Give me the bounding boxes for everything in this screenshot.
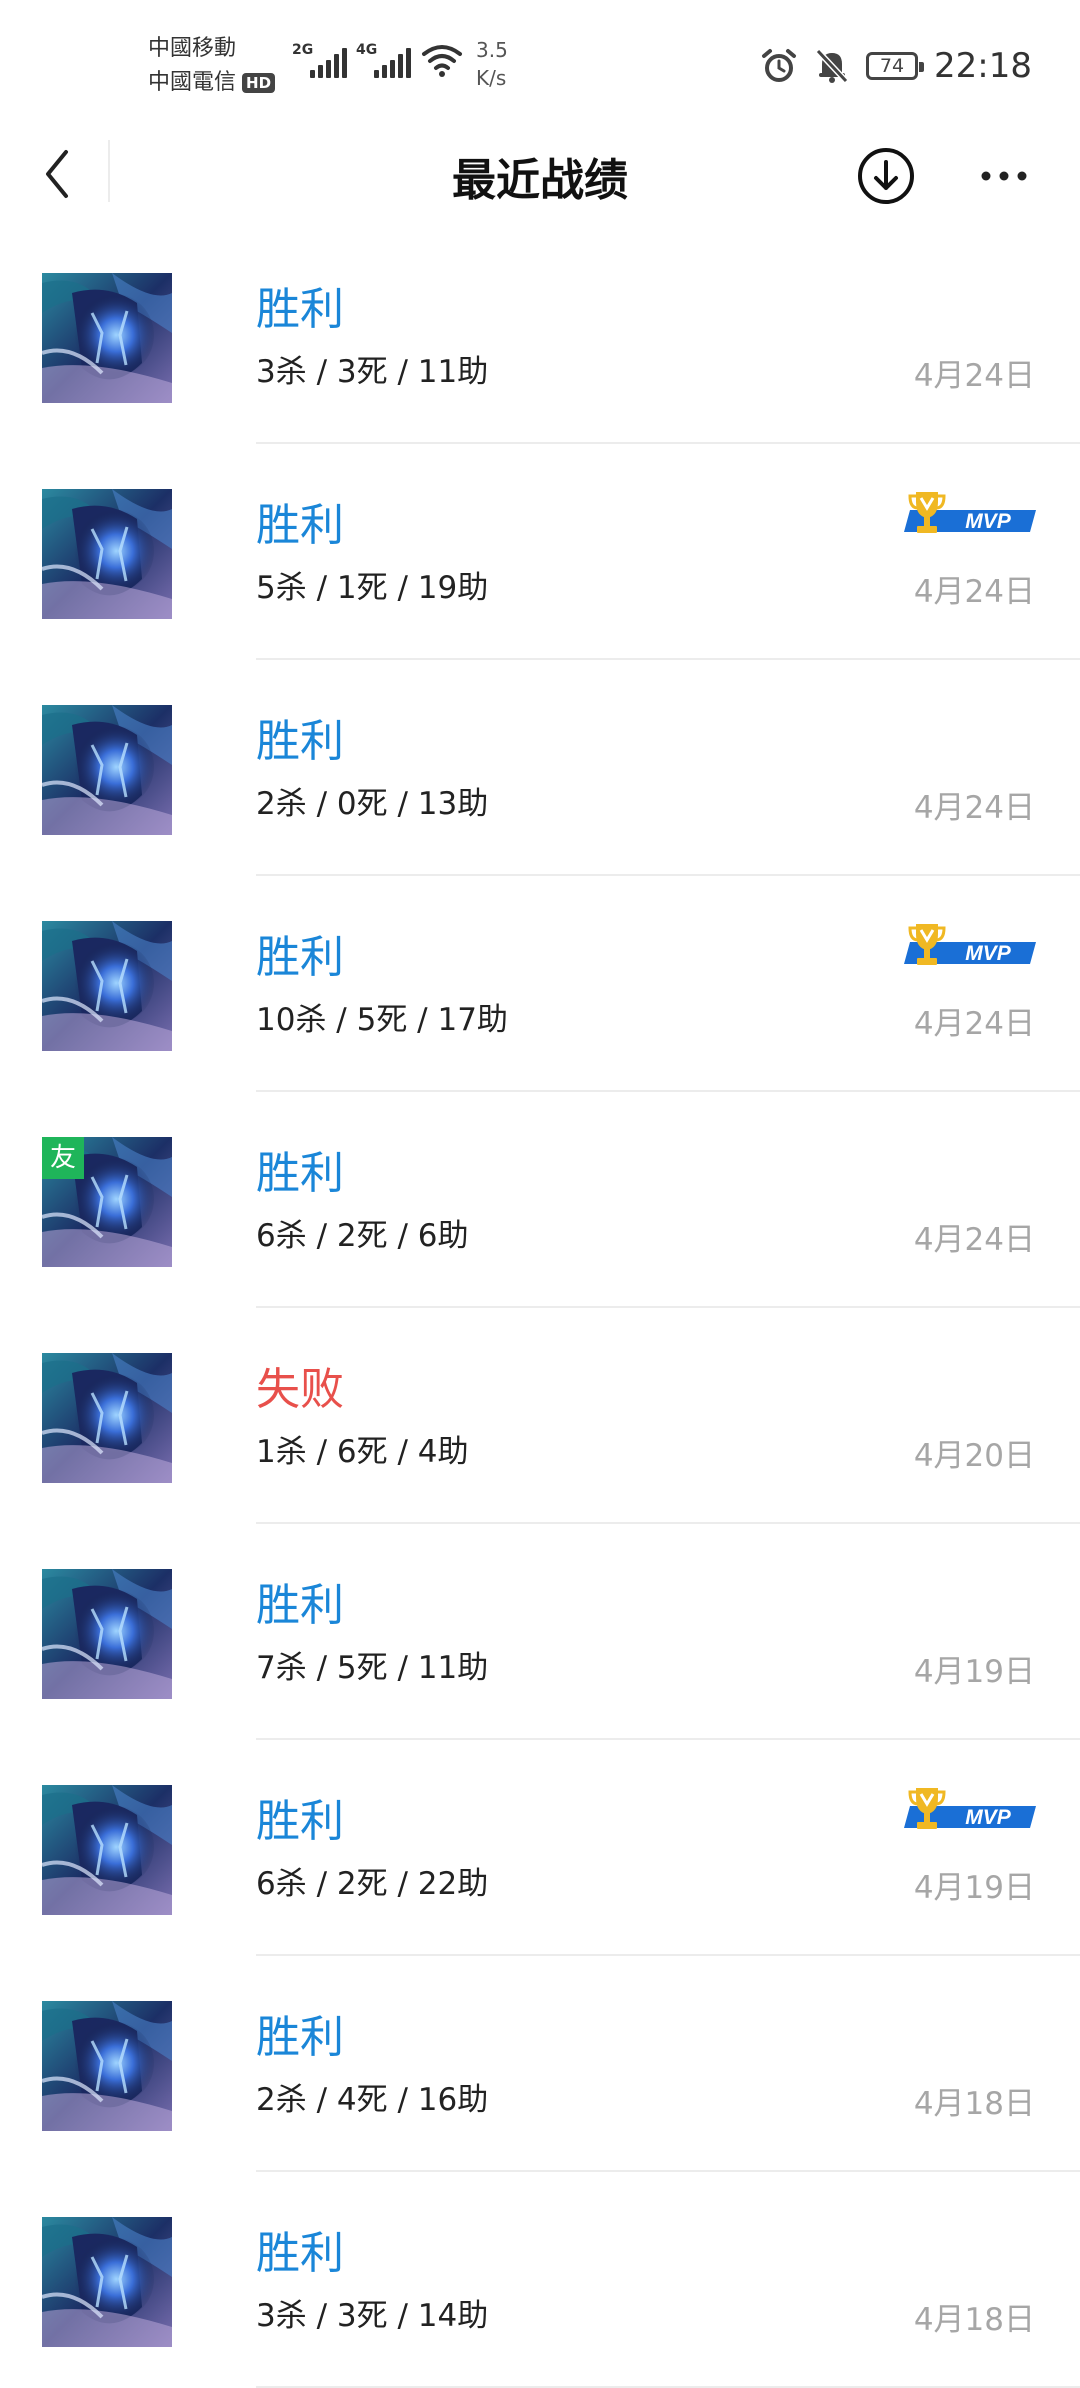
match-kda: 6杀 / 2死 / 22助 [256,1866,489,1902]
match-row[interactable]: 胜利 2杀 / 0死 / 13助 4月24日 [0,660,1080,876]
match-result: 胜利 [256,932,344,983]
hero-avatar [42,921,172,1051]
status-bar: 中國移動 中國電信 HD 2G 4G 3.5 K/s 74 22:18 [0,0,1080,120]
app-header: 最近战绩 [0,120,1080,228]
match-date: 4月20日 [913,1438,1035,1474]
mvp-badge: MVP [904,924,1036,965]
hero-avatar-image [42,1785,172,1915]
match-kda: 10杀 / 5死 / 17助 [256,1002,508,1038]
match-kda: 3杀 / 3死 / 11助 [256,354,489,390]
match-kda: 7杀 / 5死 / 11助 [256,1650,489,1686]
match-date: 4月19日 [913,1870,1035,1906]
match-date: 4月24日 [913,790,1035,826]
match-row[interactable]: 胜利 3杀 / 3死 / 14助 4月18日 [0,2172,1080,2388]
match-row[interactable]: 胜利 3杀 / 3死 / 11助 4月24日 [0,228,1080,444]
match-row[interactable]: 胜利 5杀 / 1死 / 19助 4月24日 MVP [0,444,1080,660]
signal-2g-icon: 2G [292,42,348,84]
match-result: 胜利 [256,500,344,551]
hero-avatar-image [42,489,172,619]
wifi-icon [422,45,462,77]
hero-avatar [42,2217,172,2347]
mvp-label: MVP [965,1806,1012,1829]
hero-avatar-image [42,921,172,1051]
mvp-badge: MVP [904,1788,1036,1829]
match-result: 胜利 [256,2228,344,2279]
signal-4g-icon: 4G [356,42,412,84]
match-kda: 5杀 / 1死 / 19助 [256,570,489,606]
match-result: 胜利 [256,284,344,335]
match-kda: 1杀 / 6死 / 4助 [256,1434,469,1470]
carrier-2: 中國電信 [148,70,237,95]
hero-avatar [42,1569,172,1699]
match-row[interactable]: 友 胜利 6杀 / 2死 / 6助 4月24日 [0,1092,1080,1308]
mute-bell-icon [815,48,849,84]
hero-avatar [42,705,172,835]
alarm-icon [762,49,797,82]
page-title: 最近战绩 [452,155,628,206]
match-row[interactable]: 胜利 2杀 / 4死 / 16助 4月18日 [0,1956,1080,2172]
clock: 22:18 [934,46,1032,86]
match-date: 4月18日 [913,2302,1035,2338]
hero-avatar-image [42,705,172,835]
hero-avatar-image [42,2001,172,2131]
match-result: 胜利 [256,1796,344,1847]
match-date: 4月19日 [913,1654,1035,1690]
hero-avatar-image [42,2217,172,2347]
hero-avatar: 友 [42,1137,172,1267]
match-date: 4月24日 [913,1222,1035,1258]
status-right: 74 22:18 [760,38,1032,94]
network-speed: 3.5 K/s [476,38,508,90]
hero-avatar [42,1785,172,1915]
mvp-badge: MVP [904,492,1036,533]
match-row[interactable]: 胜利 10杀 / 5死 / 17助 4月24日 MVP [0,876,1080,1092]
match-row[interactable]: 胜利 6杀 / 2死 / 22助 4月19日 MVP [0,1740,1080,1956]
carrier-info: 中國移動 中國電信 HD [148,32,276,100]
mvp-label: MVP [965,942,1012,965]
match-kda: 6杀 / 2死 / 6助 [256,1218,469,1254]
match-result: 胜利 [256,1148,344,1199]
hero-avatar-image [42,1353,172,1483]
download-icon[interactable] [854,144,918,208]
mvp-label: MVP [965,510,1012,533]
hero-avatar-image [42,1569,172,1699]
match-result: 失败 [256,1364,344,1415]
match-date: 4月24日 [913,574,1035,610]
hd-badge: HD [242,73,276,93]
hero-avatar [42,489,172,619]
match-result: 胜利 [256,716,344,767]
hero-avatar [42,273,172,403]
match-kda: 2杀 / 0死 / 13助 [256,786,489,822]
match-result: 胜利 [256,2012,344,2063]
match-row[interactable]: 失败 1杀 / 6死 / 4助 4月20日 [0,1308,1080,1524]
match-date: 4月24日 [913,358,1035,394]
hero-avatar [42,2001,172,2131]
match-result: 胜利 [256,1580,344,1631]
match-list: 胜利 3杀 / 3死 / 11助 4月24日 胜利 5杀 / 1死 / 19助 4月24日… [0,228,1080,2388]
match-date: 4月24日 [913,1006,1035,1042]
friend-badge: 友 [42,1137,84,1179]
hero-avatar [42,1353,172,1483]
carrier-1: 中國移動 [148,36,237,61]
battery-icon: 74 [866,52,925,80]
match-date: 4月18日 [913,2086,1035,2122]
hero-avatar-image [42,273,172,403]
match-row[interactable]: 胜利 7杀 / 5死 / 11助 4月19日 [0,1524,1080,1740]
more-icon[interactable] [972,144,1036,208]
match-kda: 2杀 / 4死 / 16助 [256,2082,489,2118]
match-kda: 3杀 / 3死 / 14助 [256,2298,489,2334]
